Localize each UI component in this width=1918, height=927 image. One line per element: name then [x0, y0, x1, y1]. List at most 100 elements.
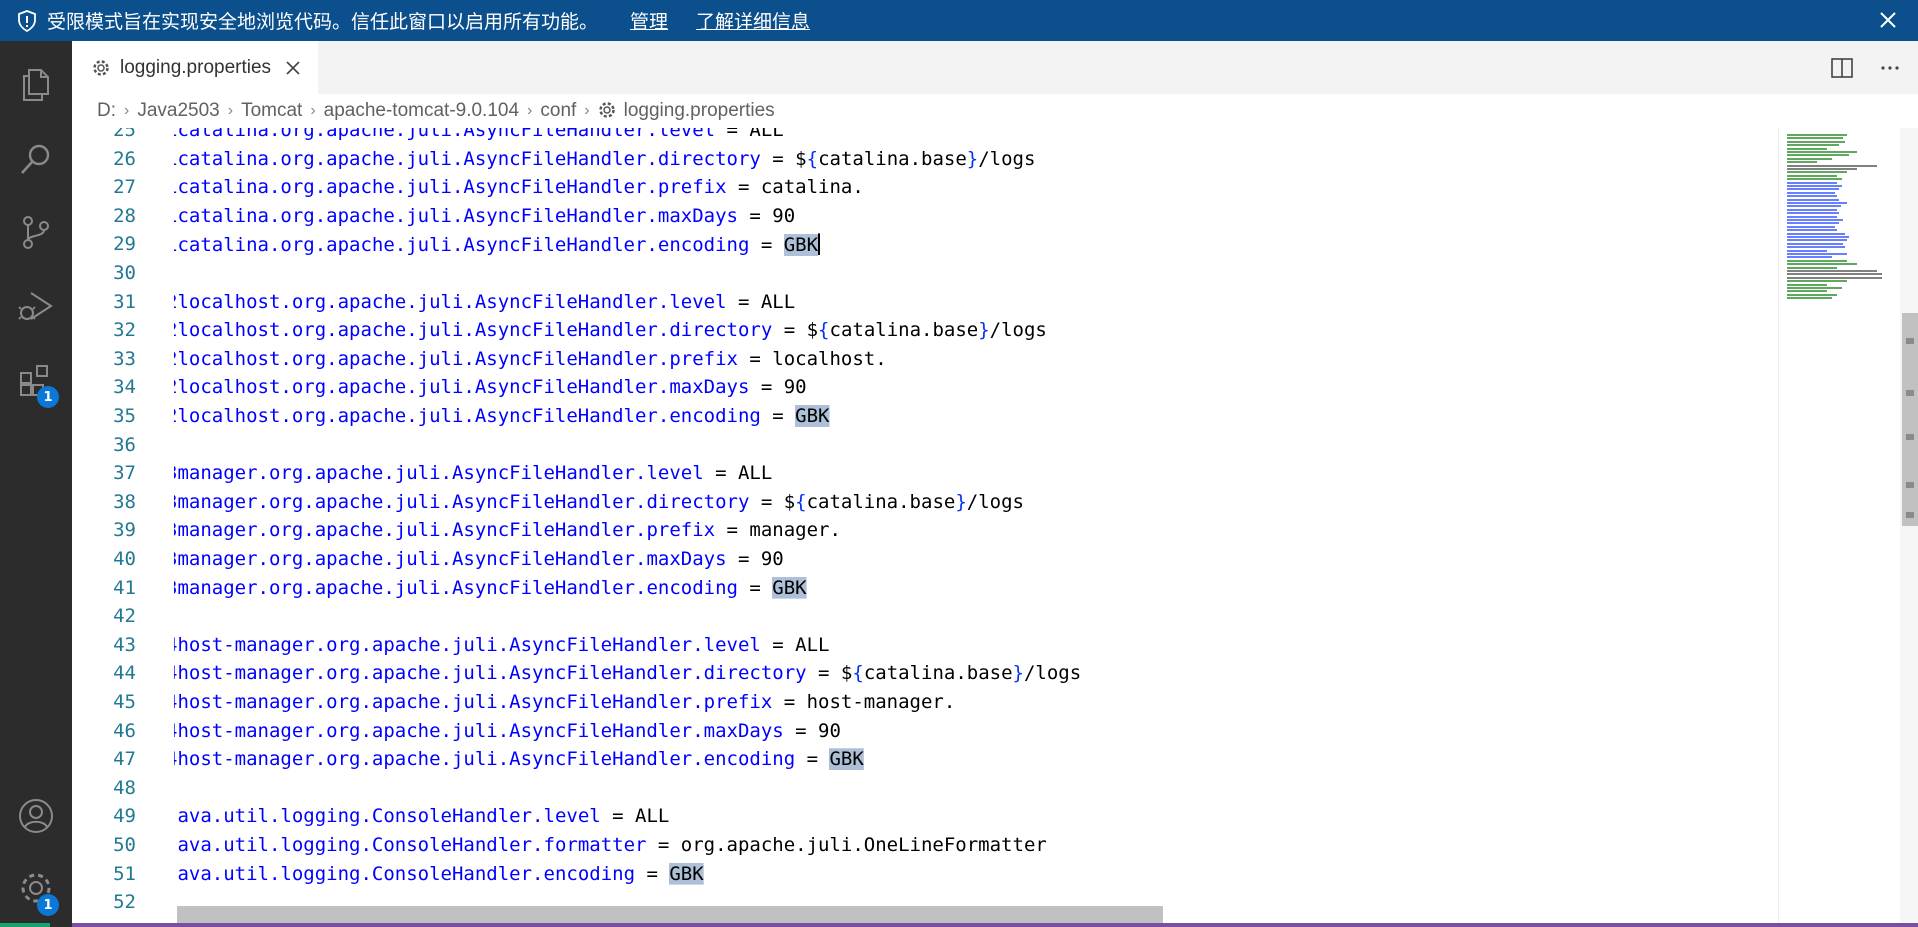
vertical-scrollbar[interactable] — [1900, 128, 1918, 927]
code-line[interactable]: 2localhost.org.apache.juli.AsyncFileHand… — [166, 347, 887, 370]
minimap-line — [1787, 157, 1832, 160]
source-control-button[interactable] — [0, 203, 72, 261]
chevron-right-icon: › — [227, 102, 234, 119]
code-line[interactable]: 3manager.org.apache.juli.AsyncFileHandle… — [174, 491, 1024, 513]
learn-more-link[interactable]: 了解详细信息 — [696, 7, 810, 34]
code-line[interactable]: 1catalina.org.apache.juli.AsyncFileHandl… — [166, 176, 864, 199]
property-value: = — [795, 748, 830, 771]
minimap-line — [1787, 266, 1837, 269]
horizontal-scrollbar-thumb[interactable] — [177, 906, 1163, 923]
minimap[interactable] — [1778, 128, 1901, 927]
brace: { — [806, 147, 819, 170]
code-line[interactable]: 1catalina.org.apache.juli.AsyncFileHandl… — [174, 233, 821, 257]
tab-bar: logging.properties — [72, 41, 1918, 94]
code-line[interactable]: 1catalina.org.apache.juli.AsyncFileHandl… — [174, 204, 796, 227]
property-value: = manager. — [715, 519, 841, 542]
minimap-line — [1787, 232, 1845, 235]
line-number: 33 — [113, 347, 136, 370]
tab-title: logging.properties — [120, 56, 272, 78]
property-value: = 90 — [783, 719, 841, 742]
close-tab-icon[interactable] — [284, 59, 302, 77]
property-prefix: 4host-manager.org.apache.juli.AsyncFileH… — [166, 748, 704, 771]
breadcrumb-apache-tomcat[interactable]: apache-tomcat-9.0.104 — [324, 100, 519, 122]
minimap-line — [1787, 280, 1847, 283]
code-line[interactable]: 4host-manager.org.apache.juli.AsyncFileH… — [174, 719, 841, 742]
minimap-line — [1787, 290, 1827, 293]
code-line[interactable]: 1catalina.org.apache.juli.AsyncFileHandl… — [174, 128, 784, 141]
code-line[interactable]: 2localhost.org.apache.juli.AsyncFileHand… — [174, 291, 795, 313]
explorer-button[interactable] — [0, 56, 72, 114]
breadcrumb-java2503[interactable]: Java2503 — [137, 100, 219, 122]
code-line[interactable]: java.util.logging.ConsoleHandler.encodin… — [174, 862, 704, 885]
property-value: = ${catalina.base}/logs — [806, 662, 1082, 685]
manage-button[interactable]: 1 — [0, 859, 72, 917]
property-key: maxDays — [703, 719, 784, 742]
split-editor-icon[interactable] — [1830, 56, 1854, 80]
minimap-line — [1787, 195, 1837, 198]
line-number: 44 — [113, 662, 136, 685]
restricted-mode-banner: 受限模式旨在实现安全地浏览代码。信任此窗口以启用所有功能。 管理 了解详细信息 — [0, 0, 1918, 41]
line-number: 28 — [113, 204, 136, 227]
line-number: 46 — [113, 719, 136, 742]
minimap-line — [1787, 229, 1837, 232]
line-number: 47 — [113, 748, 136, 771]
line-number: 27 — [113, 176, 136, 199]
code-line[interactable]: 4host-manager.org.apache.juli.AsyncFileH… — [174, 691, 955, 713]
property-key: maxDays — [657, 204, 738, 227]
code-line[interactable]: 2localhost.org.apache.juli.AsyncFileHand… — [174, 376, 807, 398]
run-debug-icon — [18, 292, 53, 320]
highlighted-value: GBK — [772, 576, 807, 599]
code-line[interactable]: 1catalina.org.apache.juli.AsyncFileHandl… — [174, 147, 1036, 170]
more-actions-icon[interactable] — [1878, 56, 1902, 80]
brace: { — [852, 662, 864, 685]
line-number: 36 — [113, 433, 136, 456]
property-value: = ${catalina.base}/logs — [760, 147, 1036, 170]
code-line[interactable]: 2localhost.org.apache.juli.AsyncFileHand… — [174, 319, 1047, 342]
scrollbar-marker — [1906, 390, 1914, 396]
manage-badge: 1 — [37, 894, 59, 916]
code-line[interactable]: 4host-manager.org.apache.juli.AsyncFileH… — [174, 662, 1082, 685]
code-line[interactable]: 2localhost.org.apache.juli.AsyncFileHand… — [174, 405, 830, 427]
code-line[interactable]: 3manager.org.apache.juli.AsyncFileHandle… — [174, 462, 772, 484]
code-line[interactable]: java.util.logging.ConsoleHandler.level =… — [174, 805, 670, 828]
property-prefix: 1catalina.org.apache.juli.AsyncFileHandl… — [166, 176, 658, 199]
search-button[interactable] — [0, 130, 72, 188]
minimap-line — [1787, 171, 1847, 174]
manage-link[interactable]: 管理 — [630, 7, 668, 34]
breadcrumb-drive[interactable]: D: — [97, 100, 116, 122]
property-prefix: 2localhost.org.apache.juli.AsyncFileHand… — [166, 347, 670, 370]
chevron-right-icon: › — [124, 102, 130, 119]
code-line[interactable]: 3manager.org.apache.juli.AsyncFileHandle… — [174, 576, 807, 599]
accounts-button[interactable] — [0, 787, 72, 845]
code-line[interactable]: 3manager.org.apache.juli.AsyncFileHandle… — [174, 519, 841, 542]
vertical-scrollbar-thumb[interactable] — [1902, 313, 1918, 526]
property-prefix: 4host-manager.org.apache.juli.AsyncFileH… — [166, 633, 704, 656]
code-line[interactable]: 4host-manager.org.apache.juli.AsyncFileH… — [166, 748, 864, 771]
breadcrumb-file[interactable]: logging.properties — [598, 100, 775, 122]
code-line[interactable]: java.util.logging.ConsoleHandler.formatt… — [174, 834, 1047, 856]
property-value: = — [749, 234, 784, 257]
extensions-badge: 1 — [37, 386, 59, 408]
property-value: = — [635, 862, 670, 885]
extensions-button[interactable]: 1 — [0, 351, 72, 409]
code-line[interactable]: 3manager.org.apache.juli.AsyncFileHandle… — [174, 548, 784, 570]
line-number: 45 — [113, 691, 136, 713]
property-value: = 90 — [737, 204, 796, 227]
property-value: = catalina. — [726, 176, 864, 199]
property-value: = ALL — [600, 805, 670, 828]
run-debug-button[interactable] — [0, 277, 72, 335]
code-line[interactable]: 4host-manager.org.apache.juli.AsyncFileH… — [166, 633, 829, 656]
property-key: directory — [669, 319, 773, 342]
search-icon — [21, 144, 50, 174]
tab-logging-properties[interactable]: logging.properties — [72, 41, 318, 94]
property-key: encoding — [543, 862, 636, 885]
close-icon[interactable] — [1876, 8, 1900, 32]
minimap-line — [1787, 215, 1837, 218]
code-editor[interactable]: 25 1catalina.org.apache.juli.AsyncFileHan… — [72, 128, 1918, 927]
minimap-line — [1787, 242, 1843, 245]
breadcrumb-tomcat[interactable]: Tomcat — [241, 100, 302, 122]
breadcrumb-conf[interactable]: conf — [540, 100, 576, 122]
property-key: prefix — [657, 176, 727, 199]
line-number: 38 — [113, 490, 136, 513]
minimap-line — [1787, 174, 1837, 177]
